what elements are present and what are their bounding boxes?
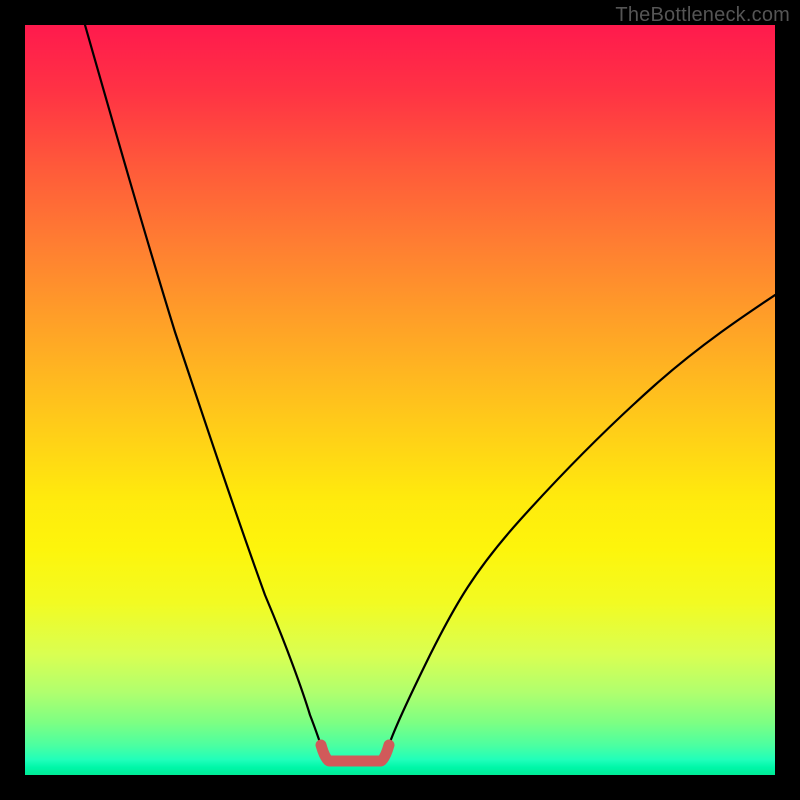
curve-right-path: [389, 295, 775, 745]
chart-svg: [25, 25, 775, 775]
curve-left-path: [85, 25, 321, 745]
chart-frame: TheBottleneck.com: [0, 0, 800, 800]
bottom-bracket-path: [321, 745, 389, 761]
watermark-text: TheBottleneck.com: [615, 4, 790, 27]
plot-area: [25, 25, 775, 775]
